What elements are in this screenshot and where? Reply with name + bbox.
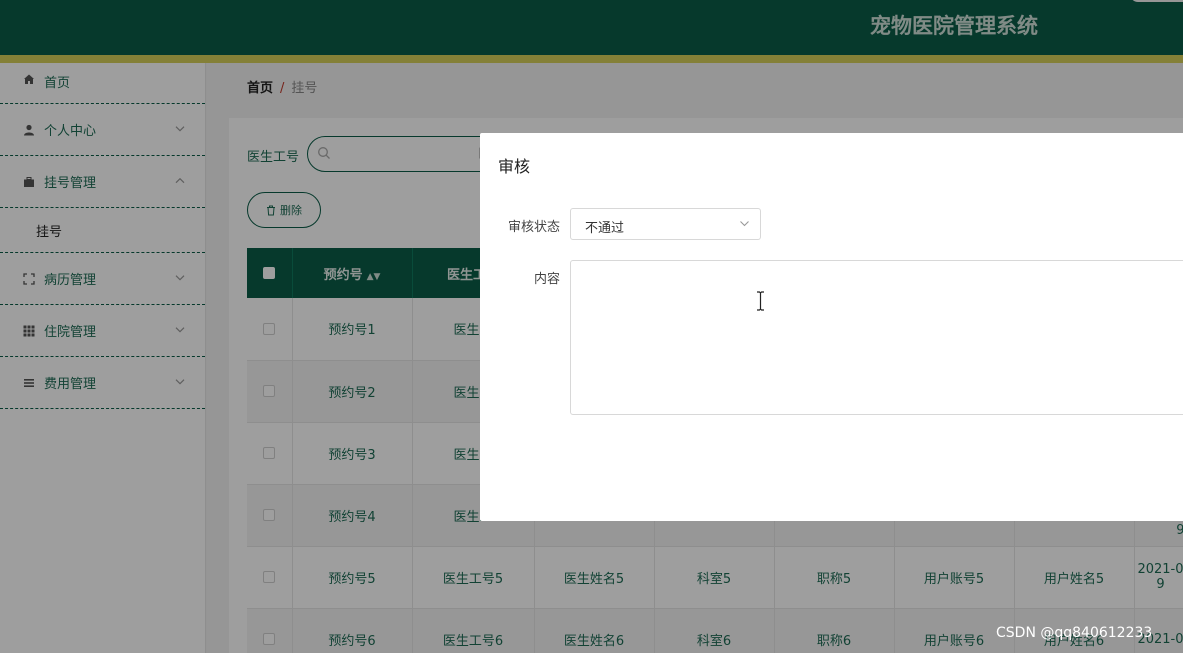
text-cursor-icon [756,291,765,311]
review-dialog: 审核 审核状态 不通过 内容 [480,133,1183,521]
review-status-label: 审核状态 [507,220,560,235]
watermark: CSDN @qq840612233 [996,625,1153,641]
review-status-value: 不通过 [585,221,625,236]
content-textarea[interactable] [570,260,1183,415]
content-label: 内容 [533,272,560,287]
review-status-select[interactable]: 不通过 [570,208,761,240]
dialog-title: 审核 [498,157,531,176]
chevron-down-icon [739,218,750,229]
